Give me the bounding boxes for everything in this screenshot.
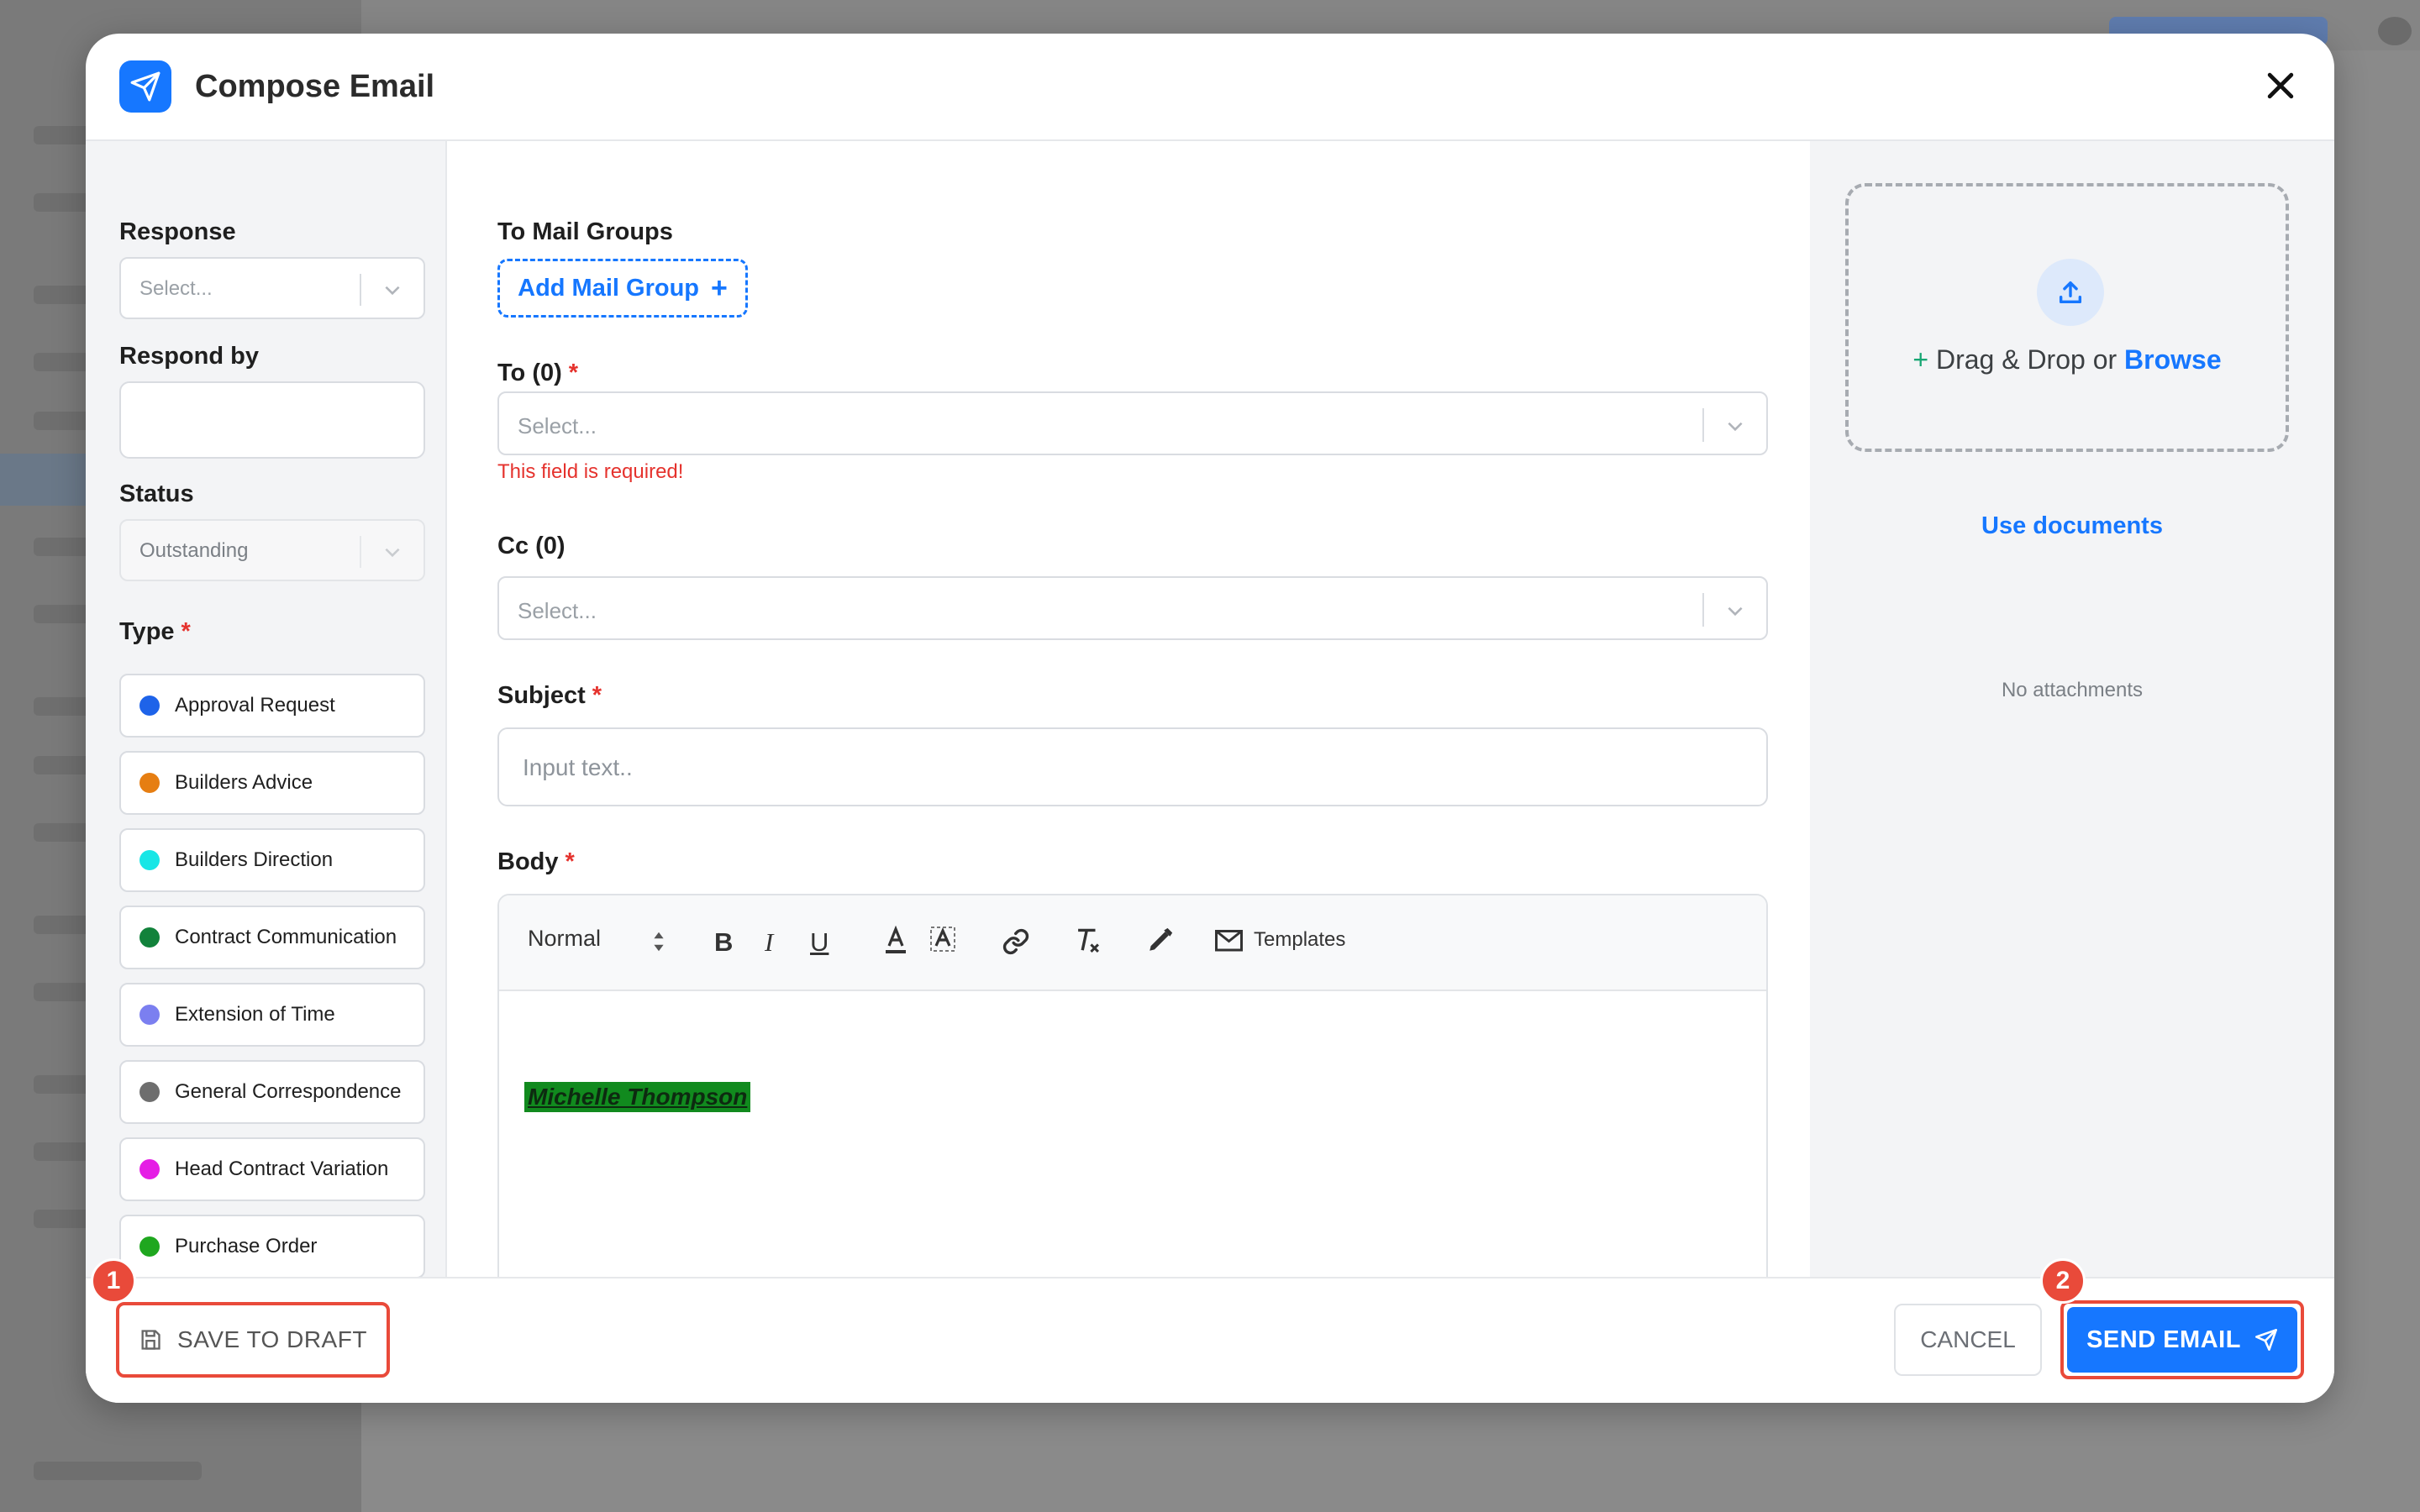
signature-text: Michelle Thompson (524, 1082, 751, 1112)
editor-content[interactable]: Michelle Thompson (499, 993, 1766, 1277)
send-email-highlight: SEND EMAIL (2060, 1300, 2304, 1379)
cancel-button[interactable]: CANCEL (1894, 1304, 2042, 1376)
respond-by-label: Respond by (119, 343, 259, 370)
color-dot (139, 850, 160, 870)
compose-email-dialog: Compose Email Response Select... Respond… (86, 34, 2334, 1403)
type-option-contract-communication[interactable]: Contract Communication (119, 906, 425, 969)
type-option-general-correspondence[interactable]: General Correspondence (119, 1060, 425, 1124)
type-option-purchase-order[interactable]: Purchase Order (119, 1215, 425, 1277)
file-dropzone[interactable]: + Drag & Drop or Browse (1845, 183, 2289, 452)
color-dot (139, 773, 160, 793)
compose-form: To Mail Groups Add Mail Group + To (0) * … (449, 141, 1808, 1277)
subject-label: Subject * (497, 682, 602, 709)
save-disk-icon (141, 1330, 160, 1350)
pencil-icon[interactable] (1146, 926, 1175, 958)
italic-button[interactable]: I (765, 927, 773, 958)
chevron-down-icon (1724, 415, 1746, 441)
save-to-draft-button[interactable]: SAVE TO DRAFT (116, 1302, 390, 1378)
status-label: Status (119, 480, 194, 507)
dialog-title: Compose Email (195, 68, 435, 104)
paper-plane-icon (2254, 1329, 2277, 1351)
send-email-button[interactable]: SEND EMAIL (2067, 1307, 2297, 1373)
metadata-panel: Response Select... Respond by Status Out… (86, 141, 447, 1277)
templates-button[interactable]: Templates (1215, 926, 1345, 954)
add-mail-group-button[interactable]: Add Mail Group + (497, 259, 748, 318)
cc-recipients-select[interactable]: Select... (497, 576, 1768, 640)
body-editor: Normal B I U Templates Michelle Thompson (497, 894, 1768, 1277)
chevron-down-icon (1724, 600, 1746, 626)
type-option-builders-direction[interactable]: Builders Direction (119, 828, 425, 892)
response-label: Response (119, 218, 236, 245)
text-style-select[interactable]: Normal (528, 926, 664, 952)
upload-icon (2037, 259, 2104, 326)
type-option-builders-advice[interactable]: Builders Advice (119, 751, 425, 815)
step-badge-2: 2 (2040, 1258, 2086, 1304)
cc-label: Cc (0) (497, 533, 566, 559)
close-icon[interactable] (2262, 67, 2299, 104)
template-envelope-icon (1215, 930, 1243, 952)
no-attachments-text: No attachments (2001, 679, 2144, 701)
clear-format-icon[interactable] (1074, 926, 1102, 962)
use-documents-link[interactable]: Use documents (1810, 512, 2334, 540)
to-label: To (0) * (497, 360, 579, 386)
response-select[interactable]: Select... (119, 257, 425, 319)
chevron-down-icon (381, 279, 403, 305)
browse-link[interactable]: Browse (2124, 344, 2222, 375)
status-select[interactable]: Outstanding (119, 519, 425, 581)
color-dot (139, 1005, 160, 1025)
dialog-footer: SAVE TO DRAFT 1 CANCEL SEND EMAIL 2 (86, 1258, 2334, 1403)
to-error-message: This field is required! (497, 460, 684, 483)
type-option-extension-of-time[interactable]: Extension of Time (119, 983, 425, 1047)
paper-plane-icon (119, 60, 171, 113)
type-label: Type * (119, 618, 191, 645)
respond-by-date-input[interactable] (119, 381, 425, 459)
editor-toolbar: Normal B I U Templates (499, 895, 1766, 991)
step-badge-1: 1 (91, 1258, 136, 1304)
status-value: Outstanding (139, 539, 249, 562)
color-dot (139, 927, 160, 948)
color-dot (139, 696, 160, 716)
chevron-down-icon (381, 541, 403, 567)
body-label: Body * (497, 848, 575, 875)
bold-button[interactable]: B (714, 927, 733, 958)
text-color-icon[interactable] (882, 925, 909, 960)
color-dot (139, 1159, 160, 1179)
type-option-head-contract-variation[interactable]: Head Contract Variation (119, 1137, 425, 1201)
to-recipients-select[interactable]: Select... (497, 391, 1768, 455)
drop-instructions: + Drag & Drop or Browse (1912, 344, 2222, 375)
type-option-approval-request[interactable]: Approval Request (119, 674, 425, 738)
plus-icon: + (711, 271, 728, 304)
to-placeholder: Select... (518, 413, 597, 438)
cc-placeholder: Select... (518, 598, 597, 623)
subject-input[interactable]: Input text.. (497, 727, 1768, 806)
color-dot (139, 1236, 160, 1257)
attachments-panel: + Drag & Drop or Browse Use documents No… (1810, 141, 2334, 1277)
underline-button[interactable]: U (810, 927, 829, 958)
mail-groups-label: To Mail Groups (497, 218, 673, 245)
response-placeholder: Select... (139, 277, 213, 300)
dialog-header: Compose Email (86, 34, 2334, 141)
highlight-color-icon[interactable] (929, 926, 956, 960)
color-dot (139, 1082, 160, 1102)
link-icon[interactable] (1002, 927, 1030, 960)
